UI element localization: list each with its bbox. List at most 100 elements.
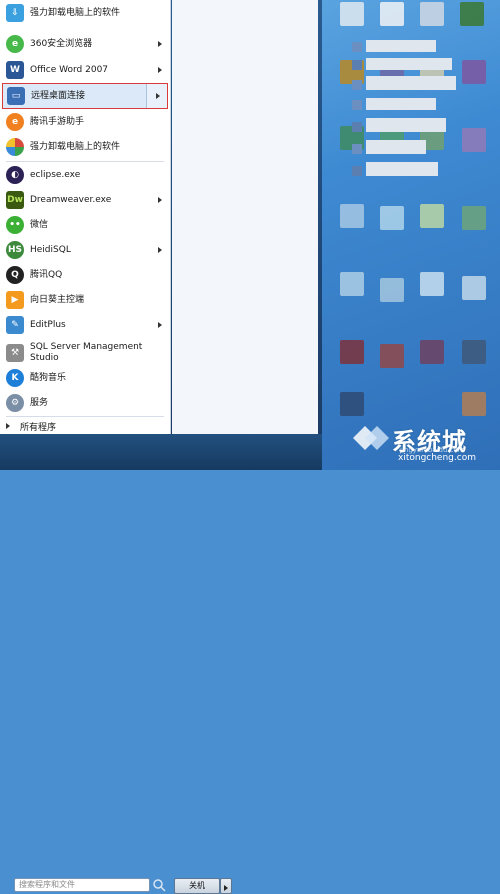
recent-file-icon [352,60,362,70]
desktop-icon[interactable] [340,340,364,364]
recent-file-icon [352,122,362,132]
menu-item-360-browser[interactable]: e 360安全浏览器 [2,33,168,55]
desktop-icon[interactable] [420,272,444,296]
desktop-icon[interactable] [462,206,486,230]
tencent-mobile-games-icon: e [6,113,24,131]
desktop-icon[interactable] [460,2,484,26]
desktop-icon[interactable] [380,278,404,302]
desktop-icon[interactable] [340,272,364,296]
recent-file-icon [352,100,362,110]
qq-icon: Q [6,266,24,284]
word-icon: W [6,61,24,79]
desktop-icon[interactable] [380,344,404,368]
menu-item-label: SQL Server Management Studio [30,342,143,363]
menu-item-label: eclipse.exe [30,169,81,180]
jump-list-panel [172,0,456,434]
menu-item-label: 微信 [30,219,49,230]
desktop-icon[interactable] [462,340,486,364]
uninstall-icon: ⇩ [6,4,24,22]
desktop-icon[interactable] [462,276,486,300]
search-icon[interactable] [152,878,166,892]
menu-item-remote-desktop[interactable]: ▭ 远程桌面连接 [2,83,168,109]
dreamweaver-icon: Dw [6,191,24,209]
recent-file-entry[interactable] [366,162,438,176]
watermark-url: xitongcheng.com [398,453,476,463]
menu-item-heidisql[interactable]: HS HeidiSQL [2,239,168,261]
menu-item-eclipse[interactable]: ◐ eclipse.exe [2,164,168,186]
start-menu-footer: 搜索程序和文件 关机 [0,434,322,894]
menu-item-label: EditPlus [30,319,66,330]
recent-file-icon [352,144,362,154]
kugou-icon: K [6,369,24,387]
editplus-icon: ✎ [6,316,24,334]
menu-item-dreamweaver[interactable]: Dw Dreamweaver.exe [2,189,168,211]
all-programs-button[interactable]: 所有程序 [6,419,166,433]
submenu-arrow-icon[interactable] [158,322,162,328]
sql-server-icon: ⚒ [6,344,24,362]
menu-item-label: HeidiSQL [30,244,71,255]
recent-file-entry[interactable] [366,98,436,110]
menu-item-label: 向日葵主控端 [30,294,85,305]
menu-item-editplus[interactable]: ✎ EditPlus [2,314,168,336]
start-menu: ⇩ 强力卸载电脑上的软件 e 360安全浏览器 W Office Word 20… [0,0,456,894]
menu-item-label: Dreamweaver.exe [30,194,112,205]
menu-item-label: 360安全浏览器 [30,38,93,49]
menu-item-tencent-mobile-games[interactable]: e 腾讯手游助手 [2,111,168,133]
eclipse-icon: ◐ [6,166,24,184]
recent-file-entry[interactable] [366,76,456,90]
desktop-icon[interactable] [380,2,404,26]
menu-item-kugou[interactable]: K 酷狗音乐 [2,367,168,389]
menu-item-label: 远程桌面连接 [31,90,86,101]
heidisql-icon: HS [6,241,24,259]
menu-item-uninstall[interactable]: ⇩ 强力卸载电脑上的软件 [2,2,168,24]
remote-desktop-icon: ▭ [7,87,25,105]
recent-file-icon [352,166,362,176]
menu-item-uninstall-2[interactable]: 强力卸载电脑上的软件 [2,136,168,158]
search-input[interactable]: 搜索程序和文件 [14,878,150,892]
recent-file-icon [352,80,362,90]
menu-item-sql-server[interactable]: ⚒ SQL Server Management Studio [2,340,168,366]
360-browser-icon: e [6,35,24,53]
submenu-arrow-button[interactable] [146,84,167,108]
desktop-icon[interactable] [462,128,486,152]
menu-item-label: Office Word 2007 [30,64,109,75]
program-list: ⇩ 强力卸载电脑上的软件 e 360安全浏览器 W Office Word 20… [0,0,171,434]
desktop-icon[interactable] [340,2,364,26]
menu-item-label: 强力卸载电脑上的软件 [30,7,121,18]
recent-file-entry[interactable] [366,40,436,52]
submenu-arrow-icon[interactable] [158,67,162,73]
shutdown-options-button[interactable] [220,878,232,894]
menu-item-wechat[interactable]: •• 微信 [2,214,168,236]
desktop-icon[interactable] [420,2,444,26]
desktop-icon[interactable] [340,204,364,228]
separator [6,161,164,162]
submenu-arrow-icon[interactable] [158,197,162,203]
submenu-arrow-icon[interactable] [158,247,162,253]
menu-item-label: 腾讯QQ [30,269,63,280]
recent-file-entry[interactable] [366,58,452,70]
desktop-icon[interactable] [420,340,444,364]
recent-file-icon [352,42,362,52]
desktop-icon[interactable] [462,60,486,84]
all-programs-label: 所有程序 [20,422,57,433]
recent-file-entry[interactable] [366,140,426,154]
menu-item-label: 腾讯手游助手 [30,116,85,127]
recent-file-entry[interactable] [366,118,446,132]
menu-item-word[interactable]: W Office Word 2007 [2,59,168,81]
menu-item-sunflower[interactable]: ▶ 向日葵主控端 [2,289,168,311]
shutdown-button[interactable]: 关机 [174,878,220,894]
menu-item-qq[interactable]: Q 腾讯QQ [2,264,168,286]
desktop-icon[interactable] [380,206,404,230]
menu-item-services[interactable]: ⚙ 服务 [2,392,168,414]
menu-item-label: 酷狗音乐 [30,372,67,383]
menu-item-label: 强力卸载电脑上的软件 [30,141,121,152]
uninstall-flower-icon [6,138,24,156]
wechat-icon: •• [6,216,24,234]
desktop-icon[interactable] [420,204,444,228]
sunflower-icon: ▶ [6,291,24,309]
submenu-arrow-icon [156,93,160,99]
menu-item-label: 服务 [30,397,49,408]
submenu-arrow-icon[interactable] [158,41,162,47]
separator [6,416,164,417]
all-programs-arrow-icon [6,423,10,429]
